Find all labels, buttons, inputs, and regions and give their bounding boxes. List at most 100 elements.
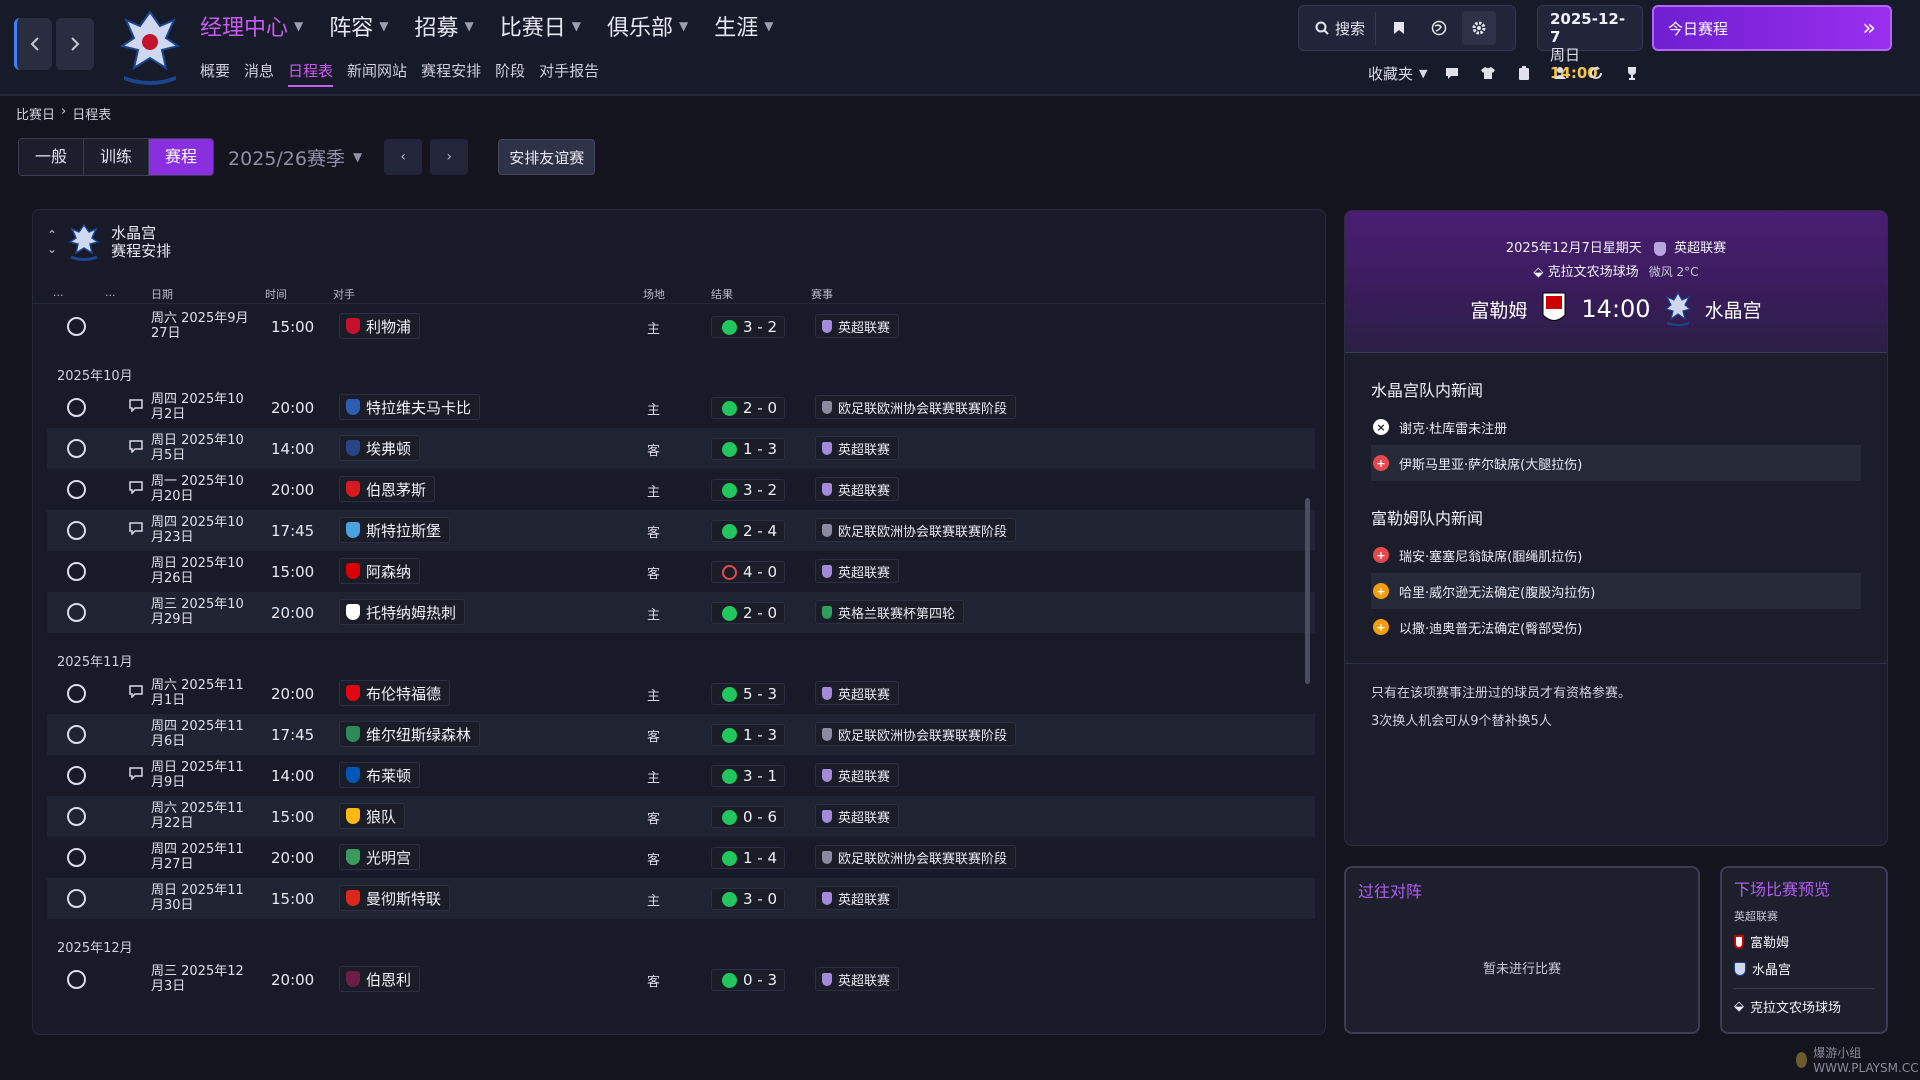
competition-link[interactable]: 欧足联欧洲协会联赛联赛阶段 [815,395,1017,419]
fixture-row[interactable]: 周四 2025年11月6日 17:45 维尔纽斯绿森林 客 1 - 3 欧足联欧洲协会联赛… [47,714,1315,755]
opponent-link[interactable]: 利物浦 [339,313,421,339]
fixture-row[interactable]: 周日 2025年11月9日 14:00 布莱顿 主 3 - 1 英超联赛 [47,755,1315,796]
press-conference-icon[interactable] [129,440,143,457]
opponent-link[interactable]: 维尔纽斯绿森林 [339,721,481,747]
competition-link[interactable]: 英超联赛 [815,763,900,787]
news-item[interactable]: + 哈里·威尔逊无法确定(腹股沟拉伤) [1371,573,1861,609]
opponent-link[interactable]: 特拉维夫马卡比 [339,394,481,420]
today-fixtures-button[interactable]: 今日赛程 » [1652,5,1892,51]
fixture-row[interactable]: 周六 2025年9月27日 15:00 利物浦 主 3 - 2 英超联赛 [47,306,1315,347]
news-item[interactable]: + 伊斯马里亚·萨尔缺席(大腿拉伤) [1371,445,1861,481]
competition-link[interactable]: 英格兰联赛杯第四轮 [815,600,965,624]
fixture-row[interactable]: 周六 2025年11月1日 20:00 布伦特福德 主 5 - 3 英超联赛 [47,673,1315,714]
opponent-link[interactable]: 斯特拉斯堡 [339,517,451,543]
press-conference-icon[interactable] [129,399,143,416]
column-venue[interactable]: 场地 [643,286,665,302]
select-radio[interactable] [67,398,86,417]
opponent-link[interactable]: 光明宫 [339,844,421,870]
next-season-button[interactable]: › [430,139,469,175]
opponent-link[interactable]: 托特纳姆热刺 [339,599,466,625]
result-link[interactable]: 3 - 2 [711,316,785,338]
tab-inbox[interactable]: 消息 [244,60,274,87]
news-item[interactable]: + 以撒·迪奥普无法确定(臀部受伤) [1371,609,1861,645]
refresh-icon[interactable] [1585,62,1607,84]
select-radio[interactable] [67,684,86,703]
globe-icon[interactable] [1422,11,1456,45]
result-link[interactable]: 3 - 1 [711,765,785,787]
bookmark-icon[interactable] [1382,11,1416,45]
result-link[interactable]: 2 - 4 [711,520,785,542]
fixture-row[interactable]: 周四 2025年10月23日 17:45 斯特拉斯堡 客 2 - 4 欧足联欧洲协会联赛联… [47,510,1315,551]
press-conference-icon[interactable] [129,481,143,498]
fixture-row[interactable]: 周四 2025年11月27日 20:00 光明宫 客 1 - 4 欧足联欧洲协会联赛联赛阶… [47,837,1315,878]
previous-season-button[interactable]: ‹ [384,139,423,175]
head-to-head-card[interactable]: 过往对阵 暂未进行比赛 [1344,866,1700,1034]
staff-icon[interactable] [1549,62,1571,84]
column-competition[interactable]: 赛事 [811,286,833,302]
select-radio[interactable] [67,970,86,989]
menu-club[interactable]: 俱乐部 ▼ [607,10,688,42]
fixture-row[interactable]: 周三 2025年10月29日 20:00 托特纳姆热刺 主 2 - 0 英格兰联赛杯第四轮 [47,592,1315,633]
opponent-link[interactable]: 布莱顿 [339,762,421,788]
menu-recruitment[interactable]: 招募 ▼ [415,10,474,42]
fixture-row[interactable]: 周日 2025年11月30日 15:00 曼彻斯特联 主 3 - 0 英超联赛 [47,878,1315,919]
competition-link[interactable]: 英超联赛 [815,886,900,910]
competition-link[interactable]: 欧足联欧洲协会联赛联赛阶段 [815,518,1017,542]
result-link[interactable]: 0 - 3 [711,969,785,991]
menu-career[interactable]: 生涯 ▼ [714,10,773,42]
opponent-link[interactable]: 阿森纳 [339,558,421,584]
result-link[interactable]: 0 - 6 [711,806,785,828]
segment-training[interactable]: 训练 [84,139,150,175]
competition-link[interactable]: 英超联赛 [815,559,900,583]
match-hero[interactable]: 2025年12月7日星期天 英超联赛 ⬙ 克拉文农场球场 微风 2°C 富勒姆 … [1345,211,1887,353]
result-link[interactable]: 5 - 3 [711,683,785,705]
column-result[interactable]: 结果 [711,286,733,302]
trophy-icon[interactable] [1621,62,1643,84]
fixture-row[interactable]: 周日 2025年10月5日 14:00 埃弗顿 客 1 - 3 英超联赛 [47,428,1315,469]
competition-link[interactable]: 欧足联欧洲协会联赛联赛阶段 [815,845,1017,869]
menu-squad[interactable]: 阵容 ▼ [329,10,388,42]
opponent-link[interactable]: 埃弗顿 [339,435,421,461]
tab-schedule[interactable]: 日程表 [288,60,334,87]
select-radio[interactable] [67,480,86,499]
match-preview-card[interactable]: 下场比赛预览 英超联赛 富勒姆 水晶宫 ⬙ 克拉文农场球场 [1720,866,1888,1034]
opponent-link[interactable]: 伯恩茅斯 [339,476,436,502]
result-link[interactable]: 1 - 3 [711,438,785,460]
fixture-row[interactable]: 周日 2025年10月26日 15:00 阿森纳 客 4 - 0 英超联赛 [47,551,1315,592]
result-link[interactable]: 2 - 0 [711,602,785,624]
select-radio[interactable] [67,439,86,458]
tab-news[interactable]: 新闻网站 [347,60,407,87]
search-button[interactable]: 搜索 [1305,11,1377,45]
competition-link[interactable]: 英超联赛 [815,314,900,338]
result-link[interactable]: 2 - 0 [711,397,785,419]
result-link[interactable]: 4 - 0 [711,561,785,583]
select-radio[interactable] [67,766,86,785]
select-radio[interactable] [67,603,86,622]
press-conference-icon[interactable] [129,685,143,702]
menu-manager-center[interactable]: 经理中心 ▼ [200,10,303,42]
result-link[interactable]: 1 - 3 [711,724,785,746]
segment-general[interactable]: 一般 [19,139,85,175]
game-date[interactable]: 2025-12-7 周日 14:00 [1537,5,1643,82]
opponent-link[interactable]: 伯恩利 [339,966,421,992]
arrange-friendly-button[interactable]: 安排友谊赛 [498,139,596,175]
collapse-toggle[interactable]: ⌃ ⌄ [47,228,57,256]
news-item[interactable]: + 瑞安·塞塞尼翁缺席(腘绳肌拉伤) [1371,537,1861,573]
menu-matchday[interactable]: 比赛日 ▼ [500,10,581,42]
select-radio[interactable] [67,317,86,336]
opponent-link[interactable]: 曼彻斯特联 [339,885,451,911]
select-radio[interactable] [67,848,86,867]
select-radio[interactable] [67,725,86,744]
news-item[interactable]: × 谢克·杜库雷未注册 [1371,409,1861,445]
competition-link[interactable]: 英超联赛 [815,681,900,705]
forward-button[interactable] [56,18,94,70]
fixture-row[interactable]: 周四 2025年10月2日 20:00 特拉维夫马卡比 主 2 - 0 欧足联欧洲协会联赛… [47,387,1315,428]
fixture-row[interactable]: 周一 2025年10月20日 20:00 伯恩茅斯 主 3 - 2 英超联赛 [47,469,1315,510]
shirt-icon[interactable] [1477,62,1499,84]
chat-icon[interactable] [1441,62,1463,84]
opponent-link[interactable]: 狼队 [339,803,406,829]
favorites-dropdown[interactable]: 收藏夹 ▼ [1368,63,1427,84]
result-link[interactable]: 3 - 0 [711,888,785,910]
result-link[interactable]: 1 - 4 [711,847,785,869]
fixture-row[interactable]: 周三 2025年12月3日 20:00 伯恩利 客 0 - 3 英超联赛 [47,959,1315,1000]
